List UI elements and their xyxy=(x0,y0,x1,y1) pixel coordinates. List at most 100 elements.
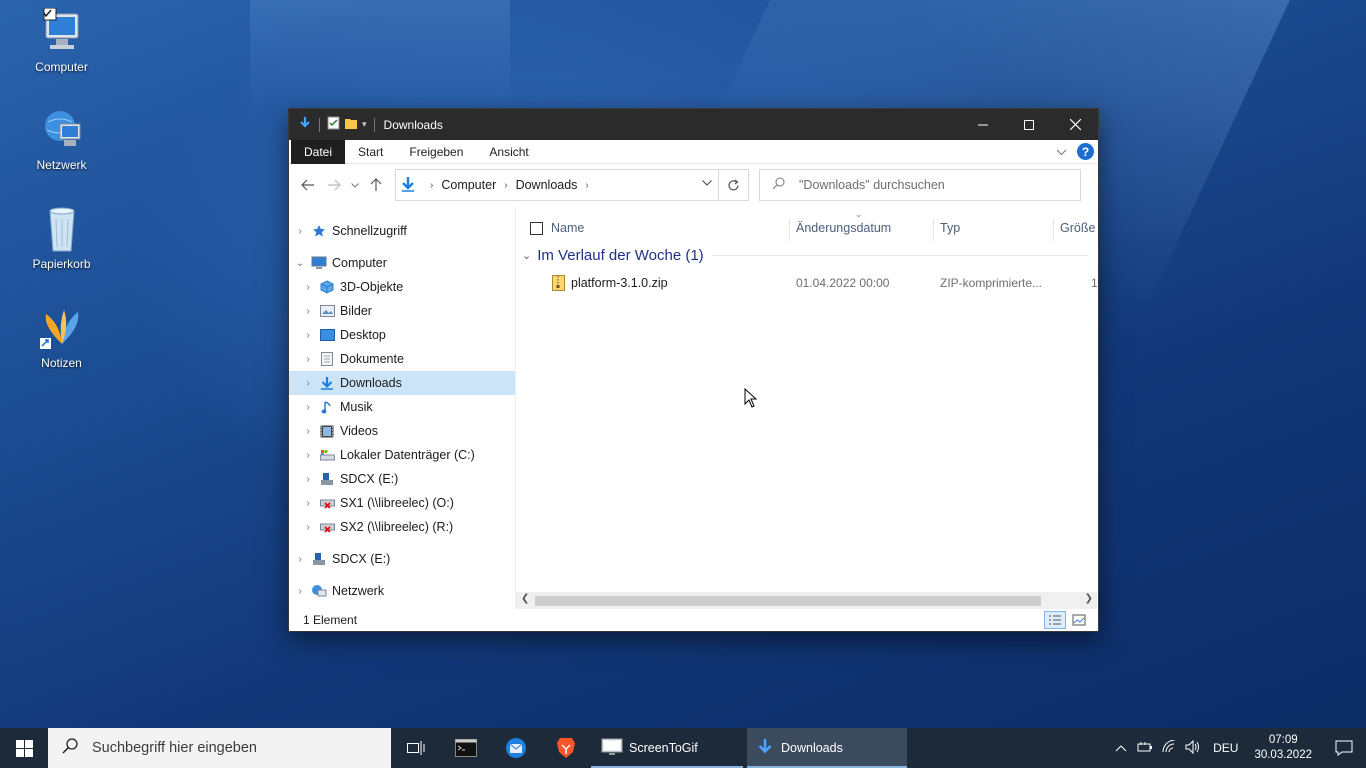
nav-item-sx2[interactable]: › SX2 (\\libreelec) (R:) xyxy=(289,515,515,539)
address-bar[interactable]: › Computer › Downloads › xyxy=(395,169,749,201)
chevron-right-icon[interactable]: › xyxy=(303,306,313,317)
column-header-date[interactable]: Änderungsdatum xyxy=(796,213,891,243)
nav-item-desktop[interactable]: › Desktop xyxy=(289,323,515,347)
maximize-button[interactable] xyxy=(1006,109,1052,140)
nav-item-lokaler-datentraeger[interactable]: › Lokaler Datenträger (C:) xyxy=(289,443,515,467)
minimize-button[interactable] xyxy=(960,109,1006,140)
nav-item-musik[interactable]: › Musik xyxy=(289,395,515,419)
nav-item-sdcx-e-root[interactable]: › SDCX (E:) xyxy=(289,547,515,571)
taskbar-app-screentogif[interactable]: ScreenToGif xyxy=(591,728,743,768)
details-view-button[interactable] xyxy=(1044,611,1066,629)
notification-icon xyxy=(1335,740,1353,756)
tab-start[interactable]: Start xyxy=(345,140,396,164)
chevron-right-icon[interactable]: › xyxy=(303,426,313,437)
title-bar[interactable]: ▾ Downloads xyxy=(289,109,1098,140)
refresh-button[interactable] xyxy=(718,170,748,200)
search-input[interactable] xyxy=(799,178,1059,192)
column-divider[interactable] xyxy=(1053,219,1054,241)
scroll-left-icon[interactable]: ❮ xyxy=(521,593,529,604)
search-icon xyxy=(62,738,78,758)
desktop-icon-computer[interactable]: Computer xyxy=(14,7,109,74)
new-folder-icon[interactable] xyxy=(344,116,358,133)
scroll-right-icon[interactable]: ❯ xyxy=(1085,593,1093,604)
taskbar-thunderbird[interactable] xyxy=(491,728,541,768)
customize-qat-icon[interactable]: ▾ xyxy=(362,119,367,130)
nav-item-3d-objekte[interactable]: › 3D-Objekte xyxy=(289,275,515,299)
nav-item-videos[interactable]: › Videos xyxy=(289,419,515,443)
network-icon xyxy=(311,583,327,599)
search-box[interactable] xyxy=(759,169,1081,201)
chevron-right-icon[interactable]: › xyxy=(295,586,305,597)
show-hidden-icons-icon[interactable] xyxy=(1109,741,1133,755)
taskbar-search-box[interactable] xyxy=(48,728,391,768)
file-list-pane: Name Änderungsdatum ⌄ Typ Größe ⌄ Im Ver… xyxy=(516,207,1098,609)
chevron-right-icon[interactable]: › xyxy=(303,474,313,485)
recent-locations-button[interactable] xyxy=(347,172,363,198)
chevron-right-icon[interactable]: › xyxy=(303,450,313,461)
nav-item-schnellzugriff[interactable]: › Schnellzugriff xyxy=(289,219,515,243)
nav-item-label: SDCX (E:) xyxy=(340,472,399,486)
scrollbar-thumb[interactable] xyxy=(535,596,1041,606)
chevron-right-icon[interactable]: › xyxy=(303,402,313,413)
forward-button[interactable] xyxy=(321,172,347,198)
nav-item-downloads[interactable]: › Downloads xyxy=(289,371,515,395)
address-dropdown-icon[interactable] xyxy=(702,178,712,189)
large-icons-view-button[interactable] xyxy=(1068,611,1090,629)
column-header-name[interactable]: Name xyxy=(551,213,584,243)
file-row[interactable]: platform-3.1.0.zip 01.04.2022 00:00 ZIP-… xyxy=(516,273,1098,295)
chevron-right-icon[interactable]: › xyxy=(504,180,507,191)
input-language[interactable]: DEU xyxy=(1213,741,1238,755)
desktop-icon-papierkorb[interactable]: Papierkorb xyxy=(14,205,109,271)
chevron-right-icon[interactable]: › xyxy=(303,330,313,341)
taskbar-terminal[interactable] xyxy=(441,728,491,768)
chevron-right-icon[interactable]: › xyxy=(303,354,313,365)
nav-item-bilder[interactable]: › Bilder xyxy=(289,299,515,323)
volume-icon[interactable] xyxy=(1181,739,1205,757)
chevron-right-icon[interactable]: › xyxy=(585,180,588,191)
chevron-right-icon[interactable]: › xyxy=(303,378,313,389)
nav-item-dokumente[interactable]: › Dokumente xyxy=(289,347,515,371)
column-divider[interactable] xyxy=(789,219,790,241)
taskbar-search-input[interactable] xyxy=(92,740,372,756)
column-divider[interactable] xyxy=(933,219,934,241)
column-header-type[interactable]: Typ xyxy=(940,213,960,243)
nav-item-sdcx-e[interactable]: › SDCX (E:) xyxy=(289,467,515,491)
breadcrumb-downloads[interactable]: Downloads › xyxy=(516,178,597,192)
properties-icon[interactable] xyxy=(327,116,340,133)
nav-item-computer[interactable]: ⌄ Computer xyxy=(289,251,515,275)
up-button[interactable] xyxy=(363,172,389,198)
start-button[interactable] xyxy=(0,728,48,768)
chevron-down-icon[interactable]: ⌄ xyxy=(295,258,305,269)
tab-freigeben[interactable]: Freigeben xyxy=(396,140,476,164)
chevron-down-icon[interactable]: ⌄ xyxy=(522,249,531,262)
chevron-right-icon[interactable]: › xyxy=(295,226,305,237)
back-button[interactable] xyxy=(295,172,321,198)
taskbar-app-downloads[interactable]: Downloads xyxy=(747,728,907,768)
action-center-button[interactable] xyxy=(1322,728,1366,768)
chevron-right-icon[interactable]: › xyxy=(303,522,313,533)
expand-ribbon-icon[interactable] xyxy=(1056,145,1067,159)
nav-item-netzwerk[interactable]: › Netzwerk xyxy=(289,579,515,603)
select-all-checkbox[interactable] xyxy=(530,222,543,235)
tab-ansicht[interactable]: Ansicht xyxy=(476,140,541,164)
close-button[interactable] xyxy=(1052,109,1098,140)
chevron-right-icon[interactable]: › xyxy=(303,282,313,293)
desktop-icon-netzwerk[interactable]: Netzwerk xyxy=(14,106,109,172)
wallpaper-light-beam xyxy=(250,0,510,110)
taskbar-brave[interactable] xyxy=(541,728,591,768)
power-icon[interactable] xyxy=(1133,741,1157,756)
wifi-icon[interactable] xyxy=(1157,739,1181,757)
help-icon[interactable]: ? xyxy=(1077,143,1094,160)
chevron-right-icon[interactable]: › xyxy=(295,554,305,565)
usb-drive-icon xyxy=(319,471,335,487)
group-header[interactable]: ⌄ Im Verlauf der Woche (1) xyxy=(522,247,1087,264)
chevron-right-icon[interactable]: › xyxy=(303,498,313,509)
column-header-size[interactable]: Größe xyxy=(1060,213,1095,243)
desktop-icon-notizen[interactable]: Notizen xyxy=(14,304,109,370)
tab-datei[interactable]: Datei xyxy=(291,139,346,164)
breadcrumb-computer[interactable]: Computer › xyxy=(441,178,515,192)
task-view-button[interactable] xyxy=(391,728,441,768)
clock[interactable]: 07:09 30.03.2022 xyxy=(1254,733,1312,763)
nav-item-sx1[interactable]: › SX1 (\\libreelec) (O:) xyxy=(289,491,515,515)
horizontal-scrollbar[interactable]: ❮ ❯ xyxy=(516,592,1097,609)
